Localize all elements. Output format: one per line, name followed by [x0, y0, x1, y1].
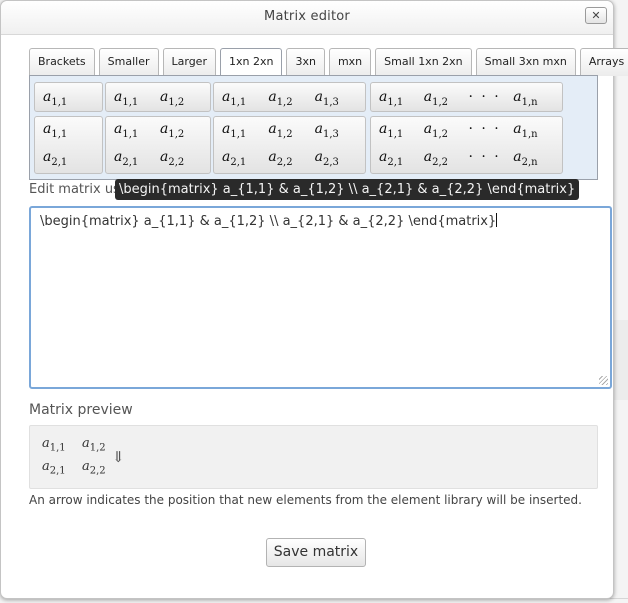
matrix-element: a1,1 — [43, 89, 68, 108]
dialog-titlebar: Matrix editor ✕ — [1, 1, 613, 35]
matrix-element: a2,n — [513, 149, 538, 168]
matrix-element: a1,3 — [314, 89, 339, 108]
preview-element: a1,2 — [82, 436, 106, 454]
tab-3xn[interactable]: 3xn — [286, 48, 325, 76]
preview-element: a2,2 — [82, 459, 106, 477]
element-library-tabs: Brackets Smaller Larger 1xn 2xn 3xn mxn Small … — [29, 48, 628, 77]
matrix-element: a1,2 — [423, 121, 449, 140]
resize-grip-icon[interactable] — [599, 376, 608, 385]
tab-small-3xn-mxn[interactable]: Small 3xn mxn — [475, 48, 576, 76]
library-matrix-1x2-button[interactable]: a1,1 a1,2 — [105, 82, 211, 112]
latex-tooltip: \begin{matrix} a_{1,1} & a_{1,2} \\ a_{2… — [115, 179, 580, 200]
library-matrix-2x3-button[interactable]: a1,1 a1,2 a1,3 a2,1 a2,2 a2,3 — [213, 116, 366, 174]
insertion-hint-text: An arrow indicates the position that new… — [29, 493, 582, 507]
matrix-element: a1,1 — [379, 121, 404, 140]
edit-matrix-label: Edit matrix us — [29, 182, 120, 197]
matrix-element: a2,3 — [314, 149, 339, 168]
library-matrix-1x1-button[interactable]: a1,1 — [34, 82, 103, 112]
matrix-element: a1,1 — [379, 89, 404, 108]
ellipsis-icon: · · · — [468, 89, 501, 105]
latex-editor-value: \begin{matrix} a_{1,1} & a_{1,2} \\ a_{2… — [40, 214, 497, 229]
matrix-element: a1,2 — [160, 89, 185, 108]
tab-smaller[interactable]: Smaller — [98, 48, 159, 76]
matrix-element: a1,1 — [114, 89, 139, 108]
element-library-panel: a1,1 a1,1 a1,2 a1,1 a1,2 a1,3 a1,1 a1,2 · · · a1,… — [29, 75, 598, 180]
matrix-preview-label: Matrix preview — [29, 402, 133, 418]
matrix-element: a1,1 — [114, 121, 139, 140]
ellipsis-icon: · · · — [468, 149, 501, 165]
matrix-element: a1,1 — [222, 121, 247, 140]
matrix-element: a2,1 — [379, 149, 404, 168]
matrix-element: a1,n — [513, 89, 538, 108]
matrix-element: a2,2 — [268, 149, 293, 168]
save-matrix-button[interactable]: Save matrix — [266, 538, 366, 567]
tab-1xn-2xn[interactable]: 1xn 2xn — [219, 48, 283, 77]
text-caret — [496, 213, 498, 227]
matrix-element: a2,1 — [114, 149, 139, 168]
tab-larger[interactable]: Larger — [162, 48, 216, 76]
matrix-element: a2,2 — [423, 149, 449, 168]
matrix-element: a1,2 — [268, 121, 293, 140]
ellipsis-icon: · · · — [468, 121, 501, 137]
tab-small-1xn-2xn[interactable]: Small 1xn 2xn — [375, 48, 472, 76]
insert-arrow-icon: ⇓ — [112, 448, 125, 466]
library-matrix-2x1-button[interactable]: a1,1 a2,1 — [34, 116, 103, 174]
tab-arrays[interactable]: Arrays — [579, 48, 628, 76]
matrix-element: a1,2 — [268, 89, 293, 108]
matrix-element: a2,1 — [43, 149, 68, 168]
matrix-element: a1,3 — [314, 121, 339, 140]
preview-element: a2,1 — [42, 459, 66, 477]
close-button[interactable]: ✕ — [585, 7, 607, 24]
matrix-element: a1,1 — [222, 89, 247, 108]
preview-element: a1,1 — [42, 436, 66, 454]
library-matrix-2x2-button[interactable]: a1,1 a1,2 a2,1 a2,2 — [105, 116, 211, 174]
close-icon: ✕ — [591, 9, 601, 22]
matrix-editor-dialog: Matrix editor ✕ Brackets Smaller Larger 1xn… — [0, 0, 628, 599]
matrix-preview: ⇓ a1,1 a1,2 a2,1 a2,2 — [29, 425, 598, 489]
matrix-element: a2,1 — [222, 149, 247, 168]
tab-brackets[interactable]: Brackets — [29, 48, 95, 76]
matrix-element: a1,1 — [43, 121, 68, 140]
library-matrix-1x3-button[interactable]: a1,1 a1,2 a1,3 — [213, 82, 366, 112]
matrix-element: a1,n — [513, 121, 538, 140]
dialog-title: Matrix editor — [264, 9, 350, 24]
background-panel-edge — [614, 320, 628, 400]
library-matrix-2x4-button[interactable]: a1,1 a1,2 · · · a1,n a2,1 a2,2 · · · a2,n — [370, 116, 563, 174]
tab-mxn[interactable]: mxn — [328, 48, 372, 76]
matrix-element: a1,2 — [423, 89, 449, 108]
latex-editor-textarea[interactable]: \begin{matrix} a_{1,1} & a_{1,2} \\ a_{2… — [29, 206, 612, 389]
matrix-element: a1,2 — [160, 121, 185, 140]
matrix-element: a2,2 — [160, 149, 185, 168]
library-matrix-1x4-button[interactable]: a1,1 a1,2 · · · a1,n — [370, 82, 563, 112]
